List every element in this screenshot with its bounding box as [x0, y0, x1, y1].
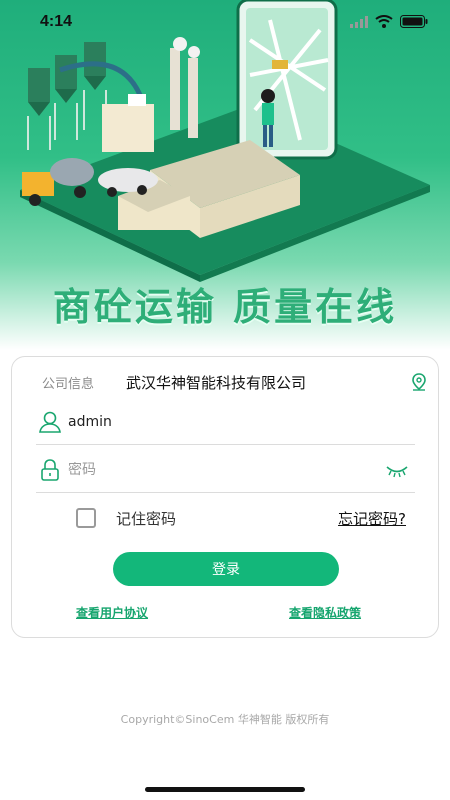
hero-slogan: 商砼运输 质量在线: [52, 285, 398, 329]
location-pin-icon[interactable]: [411, 373, 427, 391]
company-label: 公司信息: [42, 376, 95, 392]
status-bar: 4:14: [0, 0, 450, 44]
lock-icon: [38, 458, 62, 481]
user-icon: [38, 411, 62, 433]
remember-row: 记住密码 忘记密码?: [76, 505, 406, 531]
username-input[interactable]: [68, 413, 415, 430]
privacy-policy-link[interactable]: 查看隐私政策: [289, 604, 361, 621]
status-icons: [350, 13, 428, 32]
login-card: 公司信息 武汉华神智能科技有限公司 记住密码 忘记密码? 登录 查看用户协议 查…: [11, 356, 439, 638]
username-field[interactable]: [36, 399, 415, 445]
password-field[interactable]: [36, 447, 415, 493]
signal-icon: [350, 13, 368, 32]
eye-closed-icon[interactable]: [385, 463, 409, 477]
forgot-password-link[interactable]: 忘记密码?: [338, 508, 406, 529]
user-agreement-link[interactable]: 查看用户协议: [76, 604, 148, 621]
hero-banner: 4:14 商砼运输 质量在线: [0, 0, 450, 350]
password-input[interactable]: [68, 461, 385, 478]
company-row[interactable]: 公司信息 武汉华神智能科技有限公司: [42, 371, 427, 393]
copyright-text: Copyright©SinoCem 华神智能 版权所有: [120, 713, 330, 726]
remember-label: 记住密码: [116, 509, 177, 528]
status-time: 4:14: [40, 13, 73, 30]
home-indicator[interactable]: [145, 787, 305, 792]
wifi-icon: [375, 13, 393, 32]
company-value: 武汉华神智能科技有限公司: [126, 373, 307, 392]
login-button[interactable]: 登录: [113, 552, 339, 586]
remember-checkbox[interactable]: [76, 508, 96, 528]
battery-icon: [400, 13, 428, 32]
